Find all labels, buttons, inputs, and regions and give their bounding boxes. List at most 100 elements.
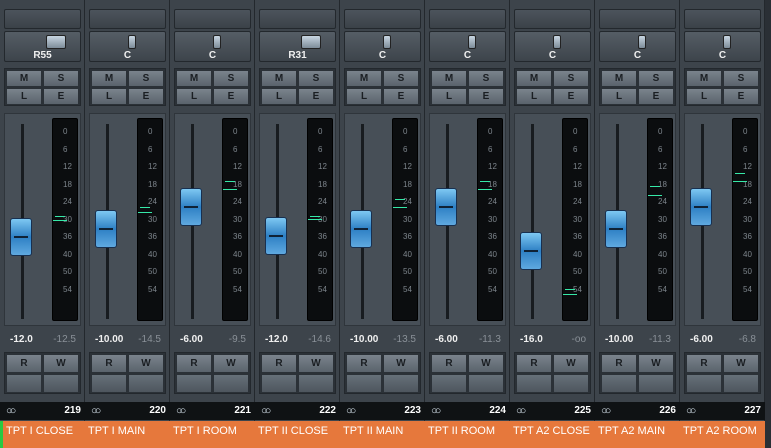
volume-value[interactable]: -16.0 — [520, 334, 543, 345]
volume-fader[interactable] — [605, 210, 627, 248]
pan-handle[interactable] — [553, 35, 561, 49]
solo-button[interactable]: S — [638, 70, 674, 87]
pan-handle[interactable] — [128, 35, 136, 49]
volume-value[interactable]: -12.0 — [265, 334, 288, 345]
edit-button[interactable]: E — [213, 88, 249, 105]
mute-button[interactable]: M — [686, 70, 722, 87]
empty-button[interactable] — [128, 374, 164, 393]
empty-button[interactable] — [516, 374, 552, 393]
solo-button[interactable]: S — [723, 70, 759, 87]
edit-button[interactable]: E — [383, 88, 419, 105]
volume-value[interactable]: -6.00 — [690, 334, 713, 345]
write-button[interactable]: W — [213, 354, 249, 373]
write-button[interactable]: W — [298, 354, 334, 373]
pan-control[interactable]: C — [174, 31, 251, 62]
volume-fader[interactable] — [10, 218, 32, 256]
solo-button[interactable]: S — [43, 70, 79, 87]
write-button[interactable]: W — [638, 354, 674, 373]
mute-button[interactable]: M — [346, 70, 382, 87]
volume-value[interactable]: -6.00 — [180, 334, 203, 345]
insert-slot[interactable] — [344, 9, 421, 29]
insert-slot[interactable] — [89, 9, 166, 29]
read-button[interactable]: R — [431, 354, 467, 373]
empty-button[interactable] — [213, 374, 249, 393]
pan-control[interactable]: C — [429, 31, 506, 62]
write-button[interactable]: W — [383, 354, 419, 373]
read-button[interactable]: R — [261, 354, 297, 373]
insert-slot[interactable] — [599, 9, 676, 29]
volume-value[interactable]: -12.0 — [10, 334, 33, 345]
edit-button[interactable]: E — [723, 88, 759, 105]
pan-control[interactable]: C — [344, 31, 421, 62]
insert-slot[interactable] — [259, 9, 336, 29]
channel-name[interactable]: TPT I ROOM — [170, 421, 255, 448]
empty-button[interactable] — [553, 374, 589, 393]
solo-button[interactable]: S — [213, 70, 249, 87]
insert-slot[interactable] — [429, 9, 506, 29]
write-button[interactable]: W — [128, 354, 164, 373]
empty-button[interactable] — [638, 374, 674, 393]
channel-name[interactable]: TPT II ROOM — [425, 421, 510, 448]
mute-button[interactable]: M — [431, 70, 467, 87]
channel-name[interactable]: TPT II CLOSE — [255, 421, 340, 448]
mute-button[interactable]: M — [6, 70, 42, 87]
mute-button[interactable]: M — [261, 70, 297, 87]
empty-button[interactable] — [723, 374, 759, 393]
mute-button[interactable]: M — [516, 70, 552, 87]
channel-name[interactable]: TPT I MAIN — [85, 421, 170, 448]
volume-fader[interactable] — [520, 232, 542, 270]
read-button[interactable]: R — [176, 354, 212, 373]
read-button[interactable]: R — [686, 354, 722, 373]
listen-button[interactable]: L — [6, 88, 42, 105]
write-button[interactable]: W — [553, 354, 589, 373]
volume-fader[interactable] — [350, 210, 372, 248]
listen-button[interactable]: L — [91, 88, 127, 105]
pan-control[interactable]: C — [514, 31, 591, 62]
volume-fader[interactable] — [435, 188, 457, 226]
insert-slot[interactable] — [174, 9, 251, 29]
empty-button[interactable] — [91, 374, 127, 393]
pan-control[interactable]: R55 — [4, 31, 81, 62]
insert-slot[interactable] — [4, 9, 81, 29]
empty-button[interactable] — [43, 374, 79, 393]
read-button[interactable]: R — [516, 354, 552, 373]
channel-name[interactable]: TPT A2 MAIN — [595, 421, 680, 448]
volume-value[interactable]: -10.00 — [350, 334, 378, 345]
pan-handle[interactable] — [46, 35, 66, 49]
write-button[interactable]: W — [723, 354, 759, 373]
read-button[interactable]: R — [6, 354, 42, 373]
write-button[interactable]: W — [468, 354, 504, 373]
edit-button[interactable]: E — [43, 88, 79, 105]
empty-button[interactable] — [686, 374, 722, 393]
listen-button[interactable]: L — [261, 88, 297, 105]
channel-name[interactable]: TPT I CLOSE — [0, 421, 85, 448]
empty-button[interactable] — [298, 374, 334, 393]
empty-button[interactable] — [383, 374, 419, 393]
pan-control[interactable]: R31 — [259, 31, 336, 62]
empty-button[interactable] — [176, 374, 212, 393]
pan-handle[interactable] — [468, 35, 476, 49]
solo-button[interactable]: S — [468, 70, 504, 87]
read-button[interactable]: R — [601, 354, 637, 373]
volume-fader[interactable] — [265, 217, 287, 255]
pan-control[interactable]: C — [684, 31, 761, 62]
listen-button[interactable]: L — [346, 88, 382, 105]
pan-handle[interactable] — [638, 35, 646, 49]
mute-button[interactable]: M — [601, 70, 637, 87]
empty-button[interactable] — [431, 374, 467, 393]
pan-handle[interactable] — [213, 35, 221, 49]
pan-handle[interactable] — [301, 35, 321, 49]
volume-value[interactable]: -10.00 — [605, 334, 633, 345]
pan-control[interactable]: C — [599, 31, 676, 62]
volume-fader[interactable] — [95, 210, 117, 248]
fader-track[interactable] — [531, 124, 534, 319]
edit-button[interactable]: E — [638, 88, 674, 105]
volume-fader[interactable] — [690, 188, 712, 226]
edit-button[interactable]: E — [468, 88, 504, 105]
write-button[interactable]: W — [43, 354, 79, 373]
edit-button[interactable]: E — [298, 88, 334, 105]
empty-button[interactable] — [261, 374, 297, 393]
listen-button[interactable]: L — [686, 88, 722, 105]
mute-button[interactable]: M — [176, 70, 212, 87]
pan-control[interactable]: C — [89, 31, 166, 62]
